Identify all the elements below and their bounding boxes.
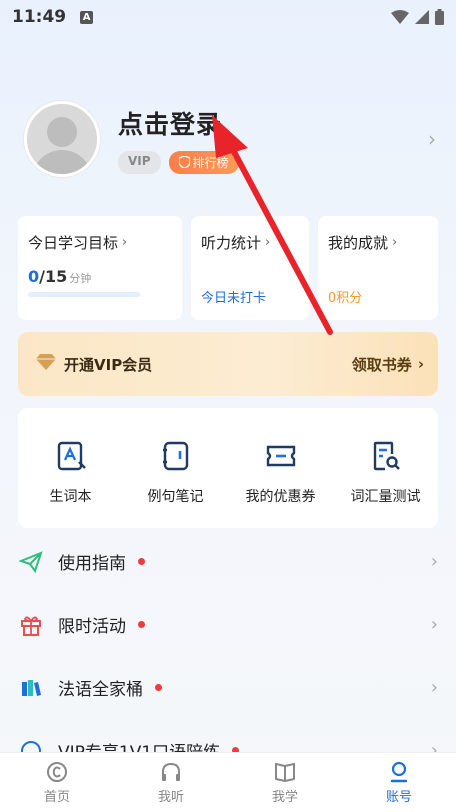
- listening-stats-card[interactable]: 听力统计 › 今日未打卡: [191, 216, 309, 320]
- vip-banner[interactable]: 开通VIP会员 领取书券 ›: [18, 332, 438, 396]
- status-bar: 11:49 A: [0, 0, 456, 34]
- achievement-value: 0积分: [328, 291, 363, 306]
- tool-notebook[interactable]: 例句笔记: [123, 408, 228, 528]
- vocab-test-icon: [373, 441, 400, 471]
- tools-grid: 生词本 例句笔记 我的优惠券 词汇量测试: [18, 408, 438, 528]
- menu-list: 使用指南 › 限时活动 › 法语全家桶 › VIP专享1V1口语陪练 ›: [0, 530, 456, 782]
- tab-listen[interactable]: 我听: [114, 753, 228, 812]
- diamond-icon: [36, 353, 56, 375]
- stats-row: 今日学习目标 › 0/15 分钟 听力统计 › 今日未打卡 我的成就 › 0积分: [18, 216, 438, 320]
- menu-item-activity[interactable]: 限时活动 ›: [0, 593, 456, 656]
- headphones-icon: [162, 762, 180, 781]
- profile-info: 点击登录 VIP 排行榜: [118, 105, 239, 174]
- tool-coupon[interactable]: 我的优惠券: [228, 408, 333, 528]
- paper-plane-icon: [18, 549, 44, 575]
- home-icon: [47, 762, 67, 782]
- vip-banner-title: 开通VIP会员: [64, 355, 153, 374]
- tool-label: 生词本: [49, 489, 92, 505]
- chevron-right-icon: ›: [417, 355, 424, 373]
- chevron-right-icon: ›: [392, 235, 398, 250]
- listening-stats-title: 听力统计 ›: [201, 234, 271, 252]
- red-dot-badge: [138, 621, 145, 628]
- tab-learn[interactable]: 我学: [228, 753, 342, 812]
- signal-icon: [415, 10, 429, 24]
- study-goal-title: 今日学习目标 ›: [28, 234, 128, 252]
- books-icon: [18, 675, 44, 701]
- gift-icon: [18, 612, 44, 638]
- study-goal-card[interactable]: 今日学习目标 › 0/15 分钟: [18, 216, 182, 320]
- tool-label: 我的优惠券: [245, 489, 316, 505]
- achievement-title: 我的成就 ›: [328, 234, 398, 252]
- study-goal-progress-bar: [28, 292, 140, 297]
- menu-item-label: 使用指南: [58, 554, 126, 574]
- red-dot-badge: [155, 684, 162, 691]
- rank-badge-label: 排行榜: [192, 155, 229, 170]
- tool-label: 例句笔记: [147, 489, 204, 505]
- listening-stats-value: 今日未打卡: [201, 291, 267, 306]
- notification-a-icon: A: [80, 10, 94, 24]
- status-icons: [391, 9, 444, 25]
- tab-label: 账号: [385, 790, 412, 805]
- chevron-right-icon: ›: [122, 235, 128, 250]
- menu-item-guide[interactable]: 使用指南 ›: [0, 530, 456, 593]
- login-text[interactable]: 点击登录: [118, 105, 239, 141]
- menu-item-bundle[interactable]: 法语全家桶 ›: [0, 656, 456, 719]
- red-dot-badge: [138, 558, 145, 565]
- menu-item-label: 限时活动: [58, 617, 126, 637]
- claim-coupon-link[interactable]: 领取书券 ›: [352, 354, 424, 375]
- study-goal-progress: 0/15 分钟: [28, 267, 92, 286]
- shield-icon: [178, 156, 190, 168]
- profile-header[interactable]: 点击登录 VIP 排行榜 ›: [24, 100, 436, 178]
- wifi-icon: [391, 10, 409, 24]
- rank-badge[interactable]: 排行榜: [168, 150, 239, 174]
- vip-badge[interactable]: VIP: [118, 150, 161, 174]
- menu-item-label: 法语全家桶: [58, 680, 143, 700]
- chevron-right-icon: ›: [430, 677, 438, 698]
- tool-vocab-test[interactable]: 词汇量测试: [333, 408, 438, 528]
- tab-label: 我学: [271, 790, 298, 805]
- tool-vocab-book[interactable]: 生词本: [18, 408, 123, 528]
- chevron-right-icon: ›: [430, 614, 438, 635]
- vocab-book-icon: [57, 441, 86, 471]
- account-icon: [390, 761, 408, 783]
- avatar[interactable]: [24, 101, 100, 177]
- tab-home[interactable]: 首页: [0, 753, 114, 812]
- chevron-right-icon: ›: [265, 235, 271, 250]
- status-time: 11:49: [12, 7, 67, 27]
- book-icon: [275, 763, 295, 782]
- tool-label: 词汇量测试: [350, 489, 421, 505]
- tab-label: 首页: [43, 790, 70, 805]
- profile-badges: VIP 排行榜: [118, 150, 239, 174]
- notebook-icon: [162, 441, 188, 471]
- tab-account[interactable]: 账号: [342, 753, 456, 812]
- coupon-icon: [266, 445, 295, 467]
- battery-icon: [435, 9, 444, 25]
- achievement-card[interactable]: 我的成就 › 0积分: [318, 216, 438, 320]
- chevron-right-icon: ›: [430, 551, 438, 572]
- chevron-right-icon: ›: [428, 127, 436, 151]
- bottom-tab-bar: 首页 我听 我学 账号: [0, 752, 456, 812]
- tab-label: 我听: [157, 790, 184, 805]
